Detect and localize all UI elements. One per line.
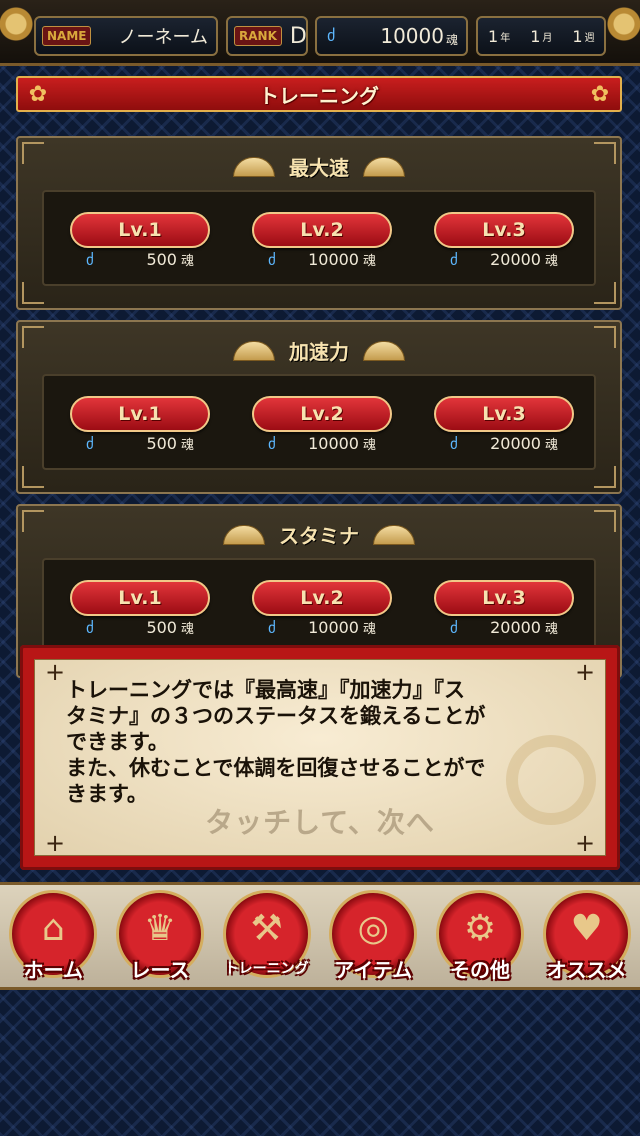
week-unit: 週 xyxy=(584,32,595,44)
fan-icon xyxy=(233,156,275,177)
nav-race[interactable]: ♛ レース xyxy=(110,886,210,986)
level-cost: ძ 500 魂 xyxy=(86,434,194,453)
soul-flame-icon: ძ xyxy=(268,618,276,637)
level-options: Lv.1 ძ 500 魂 Lv.2 ძ 10000 魂 Lv.3 ძ 20000… xyxy=(42,190,596,286)
level-cost: ძ 20000 魂 xyxy=(450,618,558,637)
fan-icon xyxy=(363,156,405,177)
training-panel-acceleration: 加速力 Lv.1 ძ 500 魂 Lv.2 ძ 10000 魂 Lv.3 ძ 2… xyxy=(16,320,622,494)
coins-icon: ◎ xyxy=(357,908,389,949)
level-2-button[interactable]: Lv.2 xyxy=(252,212,392,248)
calendar-box: 1 年 1 月 1 週 xyxy=(476,16,606,56)
panel-header: 最大速 xyxy=(18,152,620,181)
fan-icon xyxy=(363,340,405,361)
panel-title: 加速力 xyxy=(289,340,349,364)
screen-title: トレーニング xyxy=(259,83,379,108)
month-value: 1 xyxy=(530,26,541,46)
corner-cross-icon: + xyxy=(44,658,66,686)
gear-icon: ⚙ xyxy=(463,908,497,949)
soul-flame-icon: ძ xyxy=(327,26,336,45)
nav-training[interactable]: ⚒ トレーニング xyxy=(217,886,317,986)
level-1-button[interactable]: Lv.1 xyxy=(70,212,210,248)
level-1-button[interactable]: Lv.1 xyxy=(70,396,210,432)
soul-currency-box: ძ 10000 魂 xyxy=(315,16,468,56)
panel-header: スタミナ xyxy=(18,520,620,549)
soul-amount: 10000 xyxy=(380,24,444,48)
tutorial-dialog[interactable]: + + + + トレーニングでは『最高速』『加速力』『ス タミナ』の３つのステー… xyxy=(20,645,620,870)
corner-ornament-left xyxy=(0,0,38,54)
panel-title: 最大速 xyxy=(289,156,349,180)
screen-title-banner: ✿ トレーニング ✿ xyxy=(16,76,622,112)
level-3-button[interactable]: Lv.3 xyxy=(434,396,574,432)
soul-flame-icon: ძ xyxy=(86,434,94,453)
bottom-nav: ⌂ ホーム ♛ レース ⚒ トレーニング ◎ アイテム ⚙ その他 ♥ オススメ xyxy=(0,882,640,990)
level-options: Lv.1 ძ 500 魂 Lv.2 ძ 10000 魂 Lv.3 ძ 20000… xyxy=(42,558,596,654)
soul-flame-icon: ძ xyxy=(450,434,458,453)
fan-icon xyxy=(233,340,275,361)
year-unit: 年 xyxy=(500,32,511,44)
level-3-button[interactable]: Lv.3 xyxy=(434,212,574,248)
level-cost: ძ 20000 魂 xyxy=(450,250,558,269)
level-cost: ძ 20000 魂 xyxy=(450,434,558,453)
level-cost: ძ 10000 魂 xyxy=(268,250,376,269)
soul-flame-icon: ძ xyxy=(450,618,458,637)
heart-icon: ♥ xyxy=(570,908,603,949)
player-name: ノーネーム xyxy=(118,27,208,48)
flower-ornament-icon: ✿ xyxy=(28,82,48,107)
level-cost: ძ 10000 魂 xyxy=(268,434,376,453)
dumbbell-icon: ⚒ xyxy=(250,908,283,949)
training-panel-top-speed: 最大速 Lv.1 ძ 500 魂 Lv.2 ძ 10000 魂 Lv.3 ძ 2… xyxy=(16,136,622,310)
level-3-button[interactable]: Lv.3 xyxy=(434,580,574,616)
soul-flame-icon: ძ xyxy=(268,250,276,269)
level-2-button[interactable]: Lv.2 xyxy=(252,580,392,616)
panel-title: スタミナ xyxy=(279,524,359,548)
level-2-button[interactable]: Lv.2 xyxy=(252,396,392,432)
soul-flame-icon: ძ xyxy=(268,434,276,453)
nav-other[interactable]: ⚙ その他 xyxy=(430,886,530,986)
trophy-icon: ♛ xyxy=(143,908,177,949)
fan-icon xyxy=(373,524,415,545)
nav-recommend[interactable]: ♥ オススメ xyxy=(537,886,637,986)
rank-box: RANK D xyxy=(226,16,308,56)
tap-to-continue-hint: タッチして、次へ xyxy=(205,806,435,839)
fan-icon xyxy=(223,524,265,545)
player-name-box: NAME ノーネーム xyxy=(34,16,218,56)
tutorial-message: トレーニングでは『最高速』『加速力』『ス タミナ』の３つのステータスを鍛えること… xyxy=(66,678,486,806)
home-icon: ⌂ xyxy=(41,908,65,949)
flower-ornament-icon: ✿ xyxy=(590,82,610,107)
soul-flame-icon: ძ xyxy=(86,250,94,269)
nav-item[interactable]: ◎ アイテム xyxy=(323,886,423,986)
level-cost: ძ 500 魂 xyxy=(86,250,194,269)
rank-value: D xyxy=(289,23,307,49)
week-value: 1 xyxy=(572,26,583,46)
level-options: Lv.1 ძ 500 魂 Lv.2 ძ 10000 魂 Lv.3 ძ 20000… xyxy=(42,374,596,470)
soul-flame-icon: ძ xyxy=(86,618,94,637)
level-1-button[interactable]: Lv.1 xyxy=(70,580,210,616)
month-unit: 月 xyxy=(542,32,553,44)
name-tag: NAME xyxy=(42,26,92,46)
level-cost: ძ 500 魂 xyxy=(86,618,194,637)
nav-home[interactable]: ⌂ ホーム xyxy=(3,886,103,986)
panel-header: 加速力 xyxy=(18,336,620,365)
corner-ornament-right xyxy=(602,0,640,54)
soul-unit: 魂 xyxy=(445,32,458,47)
rank-tag: RANK xyxy=(234,26,282,46)
year-value: 1 xyxy=(488,26,499,46)
level-cost: ძ 10000 魂 xyxy=(268,618,376,637)
status-bar: NAME ノーネーム RANK D ძ 10000 魂 1 年 1 月 1 週 xyxy=(0,0,640,66)
soul-flame-icon: ძ xyxy=(450,250,458,269)
